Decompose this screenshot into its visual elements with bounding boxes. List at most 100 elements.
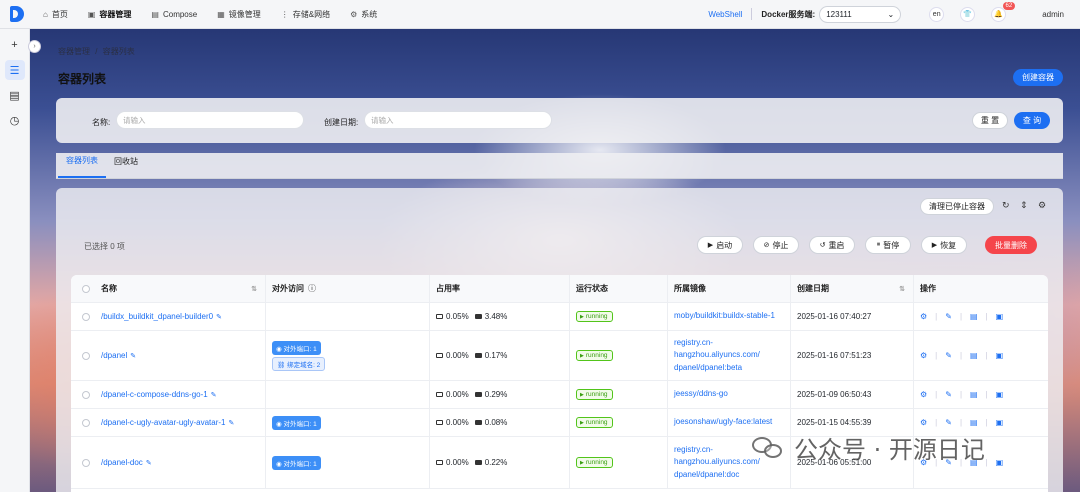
help-question-icon[interactable]: ⓘ: [308, 283, 316, 294]
pause-button[interactable]: ⏸ 暂停: [865, 236, 911, 254]
terminal-icon[interactable]: ▣: [996, 390, 1004, 399]
edit-pencil-icon[interactable]: ✎: [945, 351, 952, 360]
notification-bell-icon[interactable]: 🔔 62: [991, 1, 1016, 22]
cell-image[interactable]: jeessy/ddns-go: [667, 381, 790, 408]
divider: |: [959, 312, 963, 321]
terminal-icon[interactable]: ▣: [996, 351, 1004, 360]
port-tag-label: 对外端口: 1: [283, 345, 317, 353]
language-switch[interactable]: en: [929, 6, 945, 22]
nav-item-5[interactable]: ⚙ 系统: [341, 0, 388, 29]
resume-icon: ▶: [931, 242, 938, 249]
query-button[interactable]: 查 询: [1014, 112, 1050, 129]
select-all-checkbox[interactable]: [82, 284, 90, 293]
nav-item-2[interactable]: ▤ Compose: [142, 0, 208, 29]
settings-gear-icon[interactable]: ⚙: [920, 418, 927, 427]
user-name[interactable]: admin: [1042, 10, 1064, 19]
cell-state: ▶ running: [569, 381, 667, 408]
settings-gear-icon[interactable]: ⚙: [920, 312, 927, 321]
date-filter-input[interactable]: 请输入: [364, 111, 552, 129]
header-date[interactable]: 创建日期 ⇅: [790, 275, 913, 302]
name-filter-input[interactable]: 请输入: [116, 111, 304, 129]
exposed-port-tag[interactable]: ◉ 对外端口: 1: [272, 340, 321, 355]
tab-recycle-bin[interactable]: 回收站: [106, 152, 146, 178]
edit-pencil-icon[interactable]: ✎: [229, 419, 235, 427]
system-gear-icon: ⚙: [350, 9, 358, 19]
table-header-row: 名称 ⇅ 对外访问 ⓘ 占用率 运行状态 所属镜像 创建日期 ⇅ 操作: [71, 275, 1048, 303]
row-checkbox[interactable]: [82, 458, 90, 467]
image-line: dpanel/dpanel:doc: [674, 469, 740, 479]
reset-button[interactable]: 重 置: [972, 112, 1008, 129]
name-filter-placeholder: 请输入: [123, 115, 146, 125]
create-container-button[interactable]: 创建容器: [1013, 69, 1063, 86]
terminal-icon[interactable]: ▣: [996, 458, 1004, 467]
theme-shirt-icon[interactable]: 👕: [960, 6, 976, 22]
docker-server-select[interactable]: 123111 ⌄: [819, 5, 902, 23]
nav-item-0[interactable]: ⌂ 首页: [34, 0, 79, 29]
settings-gear-icon[interactable]: ⚙: [920, 390, 927, 399]
sort-icon[interactable]: ⇅: [899, 285, 905, 293]
row-checkbox[interactable]: [82, 351, 90, 360]
refresh-icon[interactable]: ↻: [1002, 200, 1010, 211]
edit-pencil-icon[interactable]: ✎: [945, 418, 952, 427]
clean-stopped-button[interactable]: 清理已停止容器: [920, 198, 994, 215]
batch-delete-button[interactable]: 批量删除: [985, 236, 1037, 254]
cell-image[interactable]: moby/buildkit:buildx-stable-1: [667, 303, 790, 330]
terminal-icon[interactable]: ▣: [996, 418, 1004, 427]
document-icon[interactable]: ▤: [5, 85, 25, 105]
nav-item-1[interactable]: ▣ 容器管理: [79, 0, 143, 29]
edit-pencil-icon[interactable]: ✎: [945, 312, 952, 321]
row-checkbox[interactable]: [82, 418, 90, 427]
exposed-port-tag[interactable]: ◉ 对外端口: 1: [272, 415, 321, 430]
play-icon: ▶: [580, 459, 584, 466]
terminal-icon[interactable]: ▣: [996, 312, 1004, 321]
sort-icon[interactable]: ⇅: [251, 285, 257, 293]
resume-button[interactable]: ▶ 恢复: [921, 236, 967, 254]
log-document-icon[interactable]: ▤: [970, 418, 978, 427]
nav-item-4[interactable]: ⋮ 存储&网络: [272, 0, 341, 29]
divider: |: [935, 351, 938, 360]
restart-button[interactable]: ↺ 重启: [809, 236, 855, 254]
container-name-link[interactable]: /dpanel-c-compose-ddns-go-1: [101, 390, 208, 399]
container-name-link[interactable]: /dpanel-doc: [101, 458, 143, 467]
cell-state: ▶ running: [569, 303, 667, 330]
play-icon: ▶: [580, 313, 584, 320]
edit-pencil-icon[interactable]: ✎: [216, 313, 222, 321]
tab-container-list[interactable]: 容器列表: [58, 152, 106, 178]
storage-icon: ⋮: [280, 9, 289, 19]
webshell-link[interactable]: WebShell: [708, 10, 742, 19]
settings-gear-icon[interactable]: ⚙: [920, 351, 927, 360]
plus-icon[interactable]: +: [5, 35, 25, 55]
app-logo[interactable]: [0, 0, 34, 29]
selected-count: 已选择 0 项: [84, 242, 125, 251]
domain-tag-label: 绑定域名: 2: [287, 361, 321, 369]
list-icon[interactable]: ☰: [4, 60, 25, 80]
container-name-link[interactable]: /dpanel: [101, 351, 127, 360]
breadcrumb-parent[interactable]: 容器管理: [58, 47, 90, 56]
row-checkbox[interactable]: [82, 390, 90, 399]
cell-image[interactable]: registry.cn-hangzhou.aliyuncs.com/dpanel…: [667, 331, 790, 380]
header-name[interactable]: 名称 ⇅: [101, 275, 265, 302]
container-name-link[interactable]: /dpanel-c-ugly-avatar-ugly-avatar-1: [101, 418, 226, 427]
edit-pencil-icon[interactable]: ✎: [211, 391, 217, 399]
bound-domain-tag[interactable]: ⛓ 绑定域名: 2: [272, 356, 326, 371]
row-checkbox[interactable]: [82, 312, 90, 321]
edit-pencil-icon[interactable]: ✎: [130, 352, 136, 360]
compose-icon: ▤: [151, 9, 159, 19]
log-document-icon[interactable]: ▤: [970, 312, 978, 321]
start-button[interactable]: ▶ 启动: [697, 236, 743, 254]
log-document-icon[interactable]: ▤: [970, 351, 978, 360]
memory-usage: 0.22%: [484, 458, 508, 467]
container-name-link[interactable]: /buildx_buildkit_dpanel-builder0: [101, 312, 213, 321]
sidebar-collapse-chevron-icon[interactable]: ›: [28, 40, 41, 53]
edit-pencil-icon[interactable]: ✎: [146, 459, 152, 467]
search-panel: 名称: 请输入 创建日期: 请输入 重 置 查 询: [56, 98, 1063, 143]
settings-gear-icon[interactable]: ⚙: [1038, 200, 1046, 211]
stop-button[interactable]: ⊘ 停止: [753, 236, 799, 254]
clock-icon[interactable]: ◷: [5, 110, 25, 130]
log-document-icon[interactable]: ▤: [970, 390, 978, 399]
column-height-icon[interactable]: ⇕: [1020, 200, 1028, 211]
nav-item-3[interactable]: ▦ 镜像管理: [208, 0, 272, 29]
edit-pencil-icon[interactable]: ✎: [945, 390, 952, 399]
language-label: en: [932, 10, 941, 18]
exposed-port-tag[interactable]: ◉ 对外端口: 1: [272, 455, 321, 470]
